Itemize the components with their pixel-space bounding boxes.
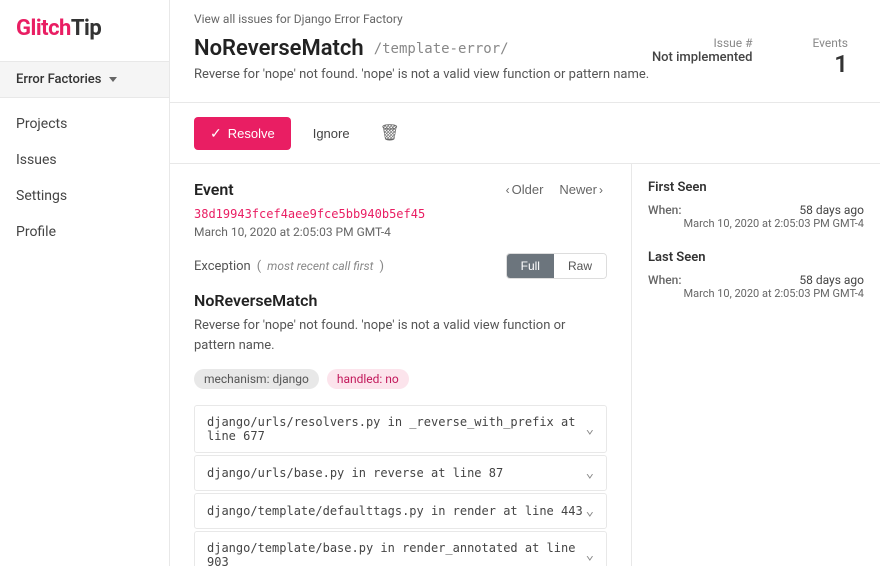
event-header: Event ‹ Older Newer › xyxy=(194,180,607,199)
issue-events-count: 1 xyxy=(812,50,848,78)
stack-frames: django/urls/resolvers.py in _reverse_wit… xyxy=(194,405,607,566)
stack-frame-1[interactable]: django/urls/base.py in reverse at line 8… xyxy=(194,455,607,491)
expand-icon-3: ⌄ xyxy=(586,547,594,563)
tag-mechanism: mechanism: django xyxy=(194,369,319,389)
paren-close: ) xyxy=(379,259,384,274)
view-toggle: Full Raw xyxy=(506,253,607,279)
exception-header: Exception ( most recent call first ) Ful… xyxy=(194,253,607,279)
last-seen-label: When: xyxy=(648,273,682,287)
tags-container: mechanism: django handled: no xyxy=(194,369,607,389)
error-factories-menu[interactable]: Error Factories xyxy=(0,61,169,98)
issue-number-label: Issue # xyxy=(652,36,753,50)
older-button[interactable]: ‹ Older xyxy=(502,180,548,199)
stack-frame-text-3: django/template/base.py in render_annota… xyxy=(207,541,586,566)
exception-name: NoReverseMatch xyxy=(194,291,607,310)
event-id[interactable]: 38d19943fcef4aee9fce5bb940b5ef45 xyxy=(194,207,607,221)
event-date: March 10, 2020 at 2:05:03 PM GMT-4 xyxy=(194,225,607,239)
right-arrow-icon: › xyxy=(599,183,603,197)
stack-frame-0[interactable]: django/urls/resolvers.py in _reverse_wit… xyxy=(194,405,607,453)
view-raw-button[interactable]: Raw xyxy=(554,254,606,278)
first-seen-label: When: xyxy=(648,203,682,217)
issue-path: /template-error/ xyxy=(374,41,509,57)
stack-frame-text-1: django/urls/base.py in reverse at line 8… xyxy=(207,466,503,480)
sidebar-item-settings[interactable]: Settings xyxy=(0,178,169,214)
main-content: View all issues for Django Error Factory… xyxy=(170,0,880,566)
first-seen-absolute: March 10, 2020 at 2:05:03 PM GMT-4 xyxy=(683,217,864,230)
exception-message: Reverse for 'nope' not found. 'nope' is … xyxy=(194,316,607,355)
tag-handled: handled: no xyxy=(327,369,409,389)
paren-open: ( xyxy=(257,259,261,274)
event-nav: ‹ Older Newer › xyxy=(502,180,607,199)
issue-title: NoReverseMatch /template-error/ xyxy=(194,36,652,61)
action-bar: ✓ Resolve Ignore 🗑 xyxy=(170,103,880,164)
exception-text: Exception xyxy=(194,259,251,274)
exception-note: most recent call first xyxy=(267,259,373,273)
first-seen-title: First Seen xyxy=(648,180,864,195)
sidebar-item-projects[interactable]: Projects xyxy=(0,106,169,142)
resolve-label: Resolve xyxy=(228,126,275,141)
checkmark-icon: ✓ xyxy=(210,125,222,142)
error-factories-label: Error Factories xyxy=(16,72,101,87)
stack-frame-text-2: django/template/defaulttags.py in render… xyxy=(207,504,583,518)
left-arrow-icon: ‹ xyxy=(506,183,510,197)
sidebar: GlitchTip Error Factories Projects Issue… xyxy=(0,0,170,566)
logo-glitch: Glitch xyxy=(16,16,71,41)
side-panel: First Seen When: 58 days ago March 10, 2… xyxy=(632,164,880,566)
content-area: Event ‹ Older Newer › 38d19943fcef4aee9f… xyxy=(170,164,880,566)
stack-frame-2[interactable]: django/template/defaulttags.py in render… xyxy=(194,493,607,529)
issue-header: NoReverseMatch /template-error/ Reverse … xyxy=(194,36,856,102)
last-seen-title: Last Seen xyxy=(648,250,864,265)
last-seen-relative: 58 days ago xyxy=(683,273,864,287)
newer-button[interactable]: Newer › xyxy=(555,180,607,199)
first-seen-row: When: 58 days ago March 10, 2020 at 2:05… xyxy=(648,203,864,230)
issue-description: Reverse for 'nope' not found. 'nope' is … xyxy=(194,67,652,82)
sidebar-item-issues[interactable]: Issues xyxy=(0,142,169,178)
event-title: Event xyxy=(194,180,234,199)
first-seen-values: 58 days ago March 10, 2020 at 2:05:03 PM… xyxy=(683,203,864,230)
stack-frame-3[interactable]: django/template/base.py in render_annota… xyxy=(194,531,607,566)
first-seen-section: First Seen When: 58 days ago March 10, 2… xyxy=(648,180,864,230)
issue-title-area: NoReverseMatch /template-error/ Reverse … xyxy=(194,36,652,92)
last-seen-values: 58 days ago March 10, 2020 at 2:05:03 PM… xyxy=(683,273,864,300)
ignore-button[interactable]: Ignore xyxy=(301,118,362,149)
resolve-button[interactable]: ✓ Resolve xyxy=(194,117,291,150)
expand-icon-0: ⌄ xyxy=(586,421,594,437)
trash-icon: 🗑 xyxy=(380,125,400,142)
issue-meta: Issue # Not implemented Events 1 xyxy=(652,36,856,78)
expand-icon-1: ⌄ xyxy=(586,465,594,481)
top-bar: View all issues for Django Error Factory… xyxy=(170,0,880,103)
chevron-down-icon xyxy=(109,77,117,82)
issue-name: NoReverseMatch xyxy=(194,36,364,61)
logo: GlitchTip xyxy=(0,0,169,61)
older-label: Older xyxy=(512,182,544,197)
breadcrumb: View all issues for Django Error Factory xyxy=(194,12,856,26)
sidebar-item-profile[interactable]: Profile xyxy=(0,214,169,250)
sidebar-nav: Projects Issues Settings Profile xyxy=(0,98,169,250)
last-seen-row: When: 58 days ago March 10, 2020 at 2:05… xyxy=(648,273,864,300)
issue-status: Not implemented xyxy=(652,50,753,65)
issue-events-group: Events 1 xyxy=(812,36,848,78)
issue-events-label: Events xyxy=(812,36,848,50)
exception-label: Exception ( most recent call first ) xyxy=(194,259,384,274)
event-panel: Event ‹ Older Newer › 38d19943fcef4aee9f… xyxy=(170,164,632,566)
last-seen-absolute: March 10, 2020 at 2:05:03 PM GMT-4 xyxy=(683,287,864,300)
issue-number-group: Issue # Not implemented xyxy=(652,36,753,65)
expand-icon-2: ⌄ xyxy=(586,503,594,519)
view-full-button[interactable]: Full xyxy=(507,254,554,278)
first-seen-relative: 58 days ago xyxy=(683,203,864,217)
logo-tip: Tip xyxy=(71,16,101,41)
stack-frame-text-0: django/urls/resolvers.py in _reverse_wit… xyxy=(207,415,586,443)
newer-label: Newer xyxy=(559,182,597,197)
last-seen-section: Last Seen When: 58 days ago March 10, 20… xyxy=(648,250,864,300)
delete-button[interactable]: 🗑 xyxy=(372,115,408,151)
